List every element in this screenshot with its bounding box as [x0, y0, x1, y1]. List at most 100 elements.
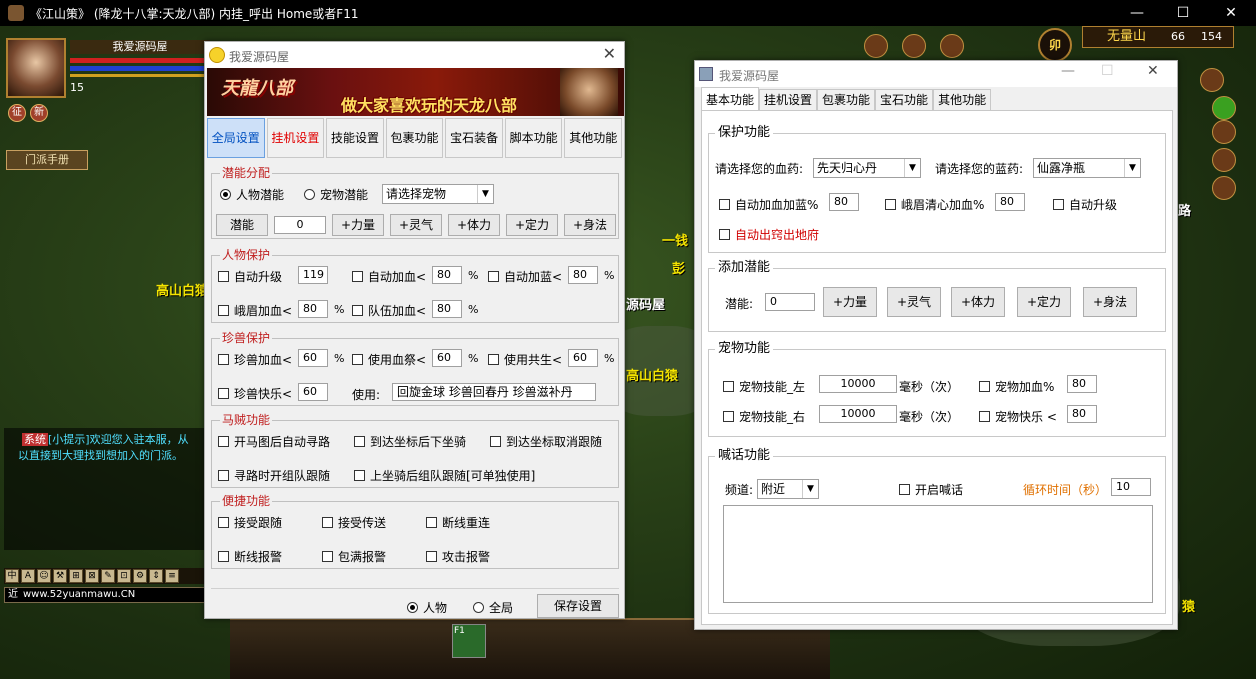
- auto-mp-input[interactable]: 80: [568, 266, 598, 284]
- win2-minimize-button[interactable]: —: [1061, 63, 1075, 79]
- channel-select[interactable]: 附近 ▼: [757, 479, 819, 499]
- emei-hp-checkbox[interactable]: 峨眉加血<: [218, 302, 292, 319]
- close-button[interactable]: ✕: [1208, 0, 1254, 26]
- map-book-icon[interactable]: [1212, 148, 1236, 172]
- chat-tool-7[interactable]: ✎: [101, 569, 115, 583]
- pet-select[interactable]: 请选择宠物 ▼: [382, 184, 494, 204]
- save-settings-button[interactable]: 保存设置: [537, 594, 619, 618]
- sign-button[interactable]: 征: [8, 104, 26, 122]
- win2-close-button[interactable]: ✕: [1147, 63, 1159, 79]
- add-focus-button-2[interactable]: +定力: [1017, 287, 1071, 317]
- pet-happy-checkbox-2[interactable]: 宠物快乐 <: [979, 408, 1057, 425]
- use-items-input[interactable]: 回旋金球 珍兽回春丹 珍兽滋补丹: [392, 383, 596, 401]
- skill-slot-f1[interactable]: F1: [452, 624, 486, 658]
- team-follow-after-mount-checkbox[interactable]: 上坐骑后组队跟随[可单独使用]: [354, 467, 535, 484]
- tab-other-functions[interactable]: 其他功能: [564, 118, 623, 158]
- chat-tool-10[interactable]: ⇕: [149, 569, 163, 583]
- chat-tool-1[interactable]: 中: [5, 569, 19, 583]
- npc-label-7[interactable]: 路: [1178, 200, 1191, 219]
- team-follow-pathing-checkbox[interactable]: 寻路时开组队跟随: [218, 467, 330, 484]
- emei-heal-input[interactable]: 80: [995, 193, 1025, 211]
- emei-heal-checkbox[interactable]: 峨眉清心加血%: [885, 196, 984, 213]
- chat-tool-4[interactable]: ⚒: [53, 569, 67, 583]
- add-strength-button[interactable]: +力量: [332, 214, 384, 236]
- tab-bag-functions[interactable]: 包裹功能: [385, 118, 444, 158]
- add-agility-button-2[interactable]: +身法: [1083, 287, 1137, 317]
- team-hp-checkbox[interactable]: 队伍加血<: [352, 302, 426, 319]
- map-bag-icon[interactable]: [1212, 120, 1236, 144]
- npc-label-2[interactable]: 一钱: [662, 230, 688, 249]
- tab-afk-settings-2[interactable]: 挂机设置: [759, 89, 818, 111]
- win2-titlebar[interactable]: 我爱源码屋 — ☐ ✕: [695, 61, 1177, 87]
- radio-save-char[interactable]: 人物: [407, 599, 447, 616]
- npc-label-4[interactable]: 源码屋: [626, 294, 665, 313]
- dismount-at-coord-checkbox[interactable]: 到达坐标后下坐骑: [354, 433, 466, 450]
- attack-alarm-checkbox[interactable]: 攻击报警: [426, 548, 490, 565]
- win1-titlebar[interactable]: 我爱源码屋 ✕: [205, 42, 624, 68]
- map-transfer-icon[interactable]: [1200, 68, 1224, 92]
- chat-tool-2[interactable]: A: [21, 569, 35, 583]
- auto-escape-hell-checkbox[interactable]: 自动出窍出地府: [719, 226, 819, 243]
- emei-hp-input[interactable]: 80: [298, 300, 328, 318]
- pet-happy-input[interactable]: 60: [298, 383, 328, 401]
- sect-manual-button[interactable]: 门派手册: [6, 150, 88, 170]
- pet-hp-input[interactable]: 60: [298, 349, 328, 367]
- add-focus-button[interactable]: +定力: [506, 214, 558, 236]
- radio-char-potential[interactable]: 人物潜能: [220, 186, 284, 203]
- maximize-button[interactable]: ☐: [1160, 0, 1206, 26]
- add-spirit-button[interactable]: +灵气: [390, 214, 442, 236]
- potential-input[interactable]: 0: [765, 293, 815, 311]
- chat-tool-11[interactable]: ≡: [165, 569, 179, 583]
- auto-hp-mp-checkbox[interactable]: 自动加血加蓝%: [719, 196, 818, 213]
- pet-skill-left-input[interactable]: 10000: [819, 375, 897, 393]
- cancel-follow-at-coord-checkbox[interactable]: 到达坐标取消跟随: [490, 433, 602, 450]
- disconnect-alarm-checkbox[interactable]: 断线报警: [218, 548, 282, 565]
- tab-gem-functions[interactable]: 宝石功能: [875, 89, 934, 111]
- use-blood-input[interactable]: 60: [432, 349, 462, 367]
- map-gift-icon[interactable]: [864, 34, 888, 58]
- tab-basic-functions[interactable]: 基本功能: [701, 87, 760, 111]
- player-portrait[interactable]: [6, 38, 66, 98]
- tab-skill-settings[interactable]: 技能设置: [326, 118, 384, 158]
- tab-global-settings[interactable]: 全局设置: [207, 118, 265, 158]
- tab-script-functions[interactable]: 脚本功能: [504, 118, 563, 158]
- add-strength-button-2[interactable]: +力量: [823, 287, 877, 317]
- pet-skill-right-checkbox[interactable]: 宠物技能_右: [723, 408, 805, 425]
- use-share-input[interactable]: 60: [568, 349, 598, 367]
- tab-bag-functions-2[interactable]: 包裹功能: [817, 89, 876, 111]
- chat-tool-8[interactable]: ⊡: [117, 569, 131, 583]
- potential-value-input[interactable]: 0: [274, 216, 326, 234]
- accept-teleport-checkbox[interactable]: 接受传送: [322, 514, 386, 531]
- tab-other-functions-2[interactable]: 其他功能: [933, 89, 992, 111]
- tab-gem-equipment[interactable]: 宝石装备: [445, 118, 503, 158]
- npc-label-6[interactable]: 猿: [1182, 596, 1195, 615]
- add-stamina-button[interactable]: +体力: [448, 214, 500, 236]
- auto-level-input[interactable]: 119: [298, 266, 328, 284]
- map-sword-icon[interactable]: [1212, 176, 1236, 200]
- minimize-button[interactable]: —: [1114, 0, 1160, 26]
- chat-input[interactable]: 近 www.52yuanmawu.CN: [4, 587, 209, 603]
- chat-tool-3[interactable]: ☺: [37, 569, 51, 583]
- add-agility-button[interactable]: +身法: [564, 214, 616, 236]
- map-check-icon[interactable]: [1212, 96, 1236, 120]
- map-event-icon[interactable]: [940, 34, 964, 58]
- radio-pet-potential[interactable]: 宠物潜能: [304, 186, 368, 203]
- auto-mp-checkbox[interactable]: 自动加蓝<: [488, 268, 562, 285]
- npc-label-5[interactable]: 高山白猿: [626, 365, 678, 384]
- pet-skill-right-input[interactable]: 10000: [819, 405, 897, 423]
- pet-hp-checkbox-2[interactable]: 宠物加血%: [979, 378, 1054, 395]
- pet-skill-left-checkbox[interactable]: 宠物技能_左: [723, 378, 805, 395]
- hp-potion-select[interactable]: 先天归心丹 ▼: [813, 158, 921, 178]
- mp-potion-select[interactable]: 仙露净瓶 ▼: [1033, 158, 1141, 178]
- tab-afk-settings[interactable]: 挂机设置: [266, 118, 325, 158]
- use-blood-checkbox[interactable]: 使用血祭<: [352, 351, 426, 368]
- chat-tool-5[interactable]: ⊞: [69, 569, 83, 583]
- auto-hp-mp-input[interactable]: 80: [829, 193, 859, 211]
- accept-follow-checkbox[interactable]: 接受跟随: [218, 514, 282, 531]
- reconnect-checkbox[interactable]: 断线重连: [426, 514, 490, 531]
- bag-full-alarm-checkbox[interactable]: 包满报警: [322, 548, 386, 565]
- auto-level-checkbox[interactable]: 自动升级: [218, 268, 282, 285]
- add-spirit-button-2[interactable]: +灵气: [887, 287, 941, 317]
- pet-happy-input-2[interactable]: 80: [1067, 405, 1097, 423]
- auto-hp-input[interactable]: 80: [432, 266, 462, 284]
